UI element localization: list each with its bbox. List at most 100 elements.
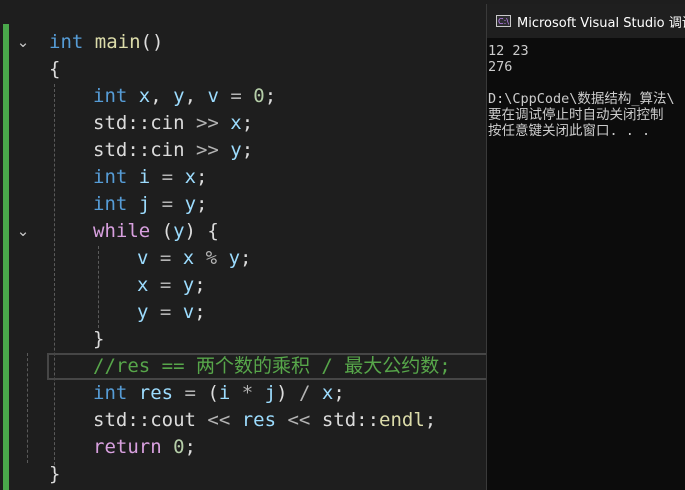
change-indicator-bar [3, 24, 9, 490]
code-line[interactable]: int main() [49, 29, 163, 56]
code-token: = [148, 274, 183, 296]
code-line[interactable]: v = x % y; [137, 245, 251, 272]
code-line[interactable]: while (y) { [93, 218, 219, 245]
code-token: //res == 两个数的乘积 / 最大公约数; [93, 355, 451, 377]
code-token: ; [196, 166, 208, 188]
code-token: << [207, 409, 231, 431]
code-token: j [138, 193, 151, 215]
code-token: = [148, 301, 183, 323]
code-token: >> [195, 139, 219, 161]
code-token: y [228, 247, 241, 269]
code-line[interactable]: std::cout << res << std::endl; [93, 407, 436, 434]
console-title: Microsoft Visual Studio 调试控制台 [517, 15, 685, 31]
code-line[interactable]: y = v; [137, 299, 206, 326]
code-token: int [93, 382, 128, 404]
code-token: } [49, 463, 61, 485]
code-line[interactable]: } [93, 326, 104, 353]
code-token: x [138, 85, 151, 107]
code-line[interactable]: } [49, 461, 60, 488]
code-token: y [173, 220, 185, 242]
code-token: y [173, 85, 185, 107]
code-token: , [150, 85, 174, 107]
code-token: ; [241, 139, 254, 161]
code-token: std:: [310, 409, 380, 431]
console-line: 按任意键关闭此窗口. . . [488, 123, 651, 139]
code-token: x [184, 166, 197, 188]
code-token: ; [240, 247, 252, 269]
code-token: ( [207, 382, 219, 404]
code-token: y [182, 274, 195, 296]
code-token: = [173, 382, 208, 404]
code-token: y [137, 301, 149, 323]
code-line[interactable]: return 0; [93, 434, 196, 461]
code-token: / [287, 382, 322, 404]
console-app-icon: C:\ [496, 15, 511, 27]
code-token: , [184, 85, 208, 107]
code-line[interactable]: x = y; [137, 272, 206, 299]
console-line: 要在调试停止时自动关闭控制 [488, 107, 664, 123]
code-token: v [207, 85, 219, 107]
indent-guide [98, 246, 99, 328]
code-token: ; [264, 85, 277, 107]
code-token: = [218, 85, 254, 107]
code-token: main [94, 31, 141, 53]
console-line: 276 [488, 59, 513, 75]
code-token: return [93, 436, 162, 458]
code-token: int [93, 85, 128, 107]
code-token: y [218, 139, 242, 161]
code-token: v [182, 301, 195, 323]
console-line: 12 23 [488, 43, 529, 59]
code-line[interactable]: int j = y; [93, 191, 207, 218]
code-line[interactable]: int i = x; [93, 164, 207, 191]
code-token: = [150, 193, 185, 215]
code-token: x [218, 112, 242, 134]
fold-chevron-icon[interactable]: ⌄ [14, 33, 32, 51]
code-line[interactable]: std::cin >> y; [93, 137, 253, 164]
code-token: std::cin [93, 112, 196, 134]
code-token: x [321, 382, 334, 404]
code-token: ; [424, 409, 437, 431]
code-token: std::cin [93, 139, 196, 161]
code-token: () [140, 31, 164, 53]
code-token: ; [194, 274, 206, 296]
fold-chevron-icon[interactable]: ⌄ [14, 222, 32, 240]
code-line[interactable]: { [49, 56, 60, 83]
console-line: D:\CppCode\数据结构_算法\ [488, 91, 675, 107]
code-token: i [138, 166, 151, 188]
code-token: y [184, 193, 197, 215]
code-token: std::cout [93, 409, 208, 431]
code-token: endl [379, 409, 425, 431]
code-token: ; [194, 301, 206, 323]
code-token: ( [150, 220, 174, 242]
indent-guide [27, 353, 28, 463]
code-token: while [93, 220, 151, 242]
code-token: 0 [253, 85, 265, 107]
code-line[interactable]: int x, y, v = 0; [93, 83, 276, 110]
code-token: ) [276, 382, 288, 404]
code-token: x [137, 274, 149, 296]
code-token: * [230, 382, 265, 404]
code-token: ; [196, 193, 208, 215]
code-token: << [287, 409, 311, 431]
code-token: int [49, 31, 84, 53]
code-line[interactable]: //res == 两个数的乘积 / 最大公约数; [93, 353, 451, 380]
code-line[interactable]: std::cin >> x; [93, 110, 253, 137]
code-token: i [218, 382, 231, 404]
code-token: 0 [173, 436, 185, 458]
code-token: res [230, 409, 288, 431]
code-token: ; [333, 382, 345, 404]
code-line[interactable]: int res = (i * j) / x; [93, 380, 345, 407]
code-token: int [93, 166, 128, 188]
code-token: x [182, 247, 195, 269]
console-output: 12 23 276 D:\CppCode\数据结构_算法\ 要在调试停止时自动关闭控制… [487, 38, 685, 139]
code-token: ; [241, 112, 254, 134]
code-token: res [138, 382, 174, 404]
console-title-bar[interactable]: C:\ Microsoft Visual Studio 调试控制台 [487, 4, 685, 38]
debug-console-window[interactable]: C:\ Microsoft Visual Studio 调试控制台 12 232… [486, 4, 685, 490]
